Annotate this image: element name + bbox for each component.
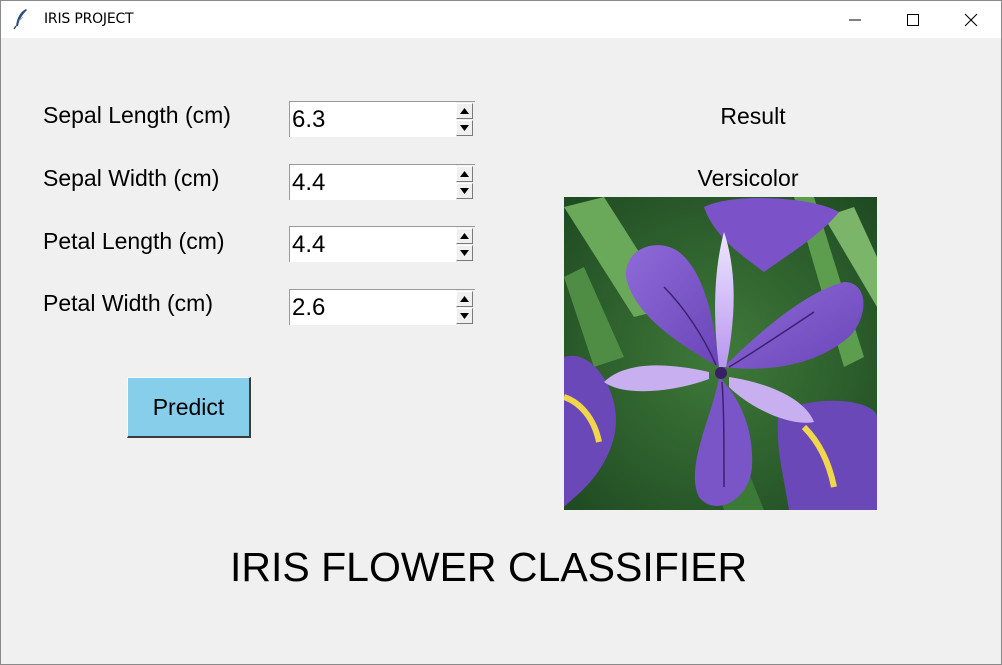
- sepal-width-value[interactable]: 4.4: [292, 169, 325, 197]
- petal-length-label: Petal Length (cm): [43, 228, 225, 254]
- arrow-down-icon: [460, 313, 469, 319]
- sepal-length-label: Sepal Length (cm): [43, 102, 231, 128]
- app-window: IRIS PROJECT Sepal Length (cm) 6.3 Sepal…: [0, 0, 1002, 665]
- sepal-width-decrement[interactable]: [456, 183, 473, 199]
- minimize-icon: [849, 19, 861, 21]
- iris-flower-image: [564, 197, 877, 510]
- arrow-down-icon: [460, 125, 469, 131]
- title-bar[interactable]: IRIS PROJECT: [1, 1, 1001, 38]
- sepal-length-increment[interactable]: [456, 103, 473, 119]
- arrow-up-icon: [460, 171, 469, 177]
- arrow-up-icon: [460, 296, 469, 302]
- close-button[interactable]: [942, 1, 1000, 38]
- close-icon: [964, 13, 978, 27]
- feather-icon: [13, 9, 27, 30]
- petal-length-decrement[interactable]: [456, 245, 473, 261]
- result-value: Versicolor: [697, 165, 799, 191]
- arrow-up-icon: [460, 233, 469, 239]
- sepal-width-label: Sepal Width (cm): [43, 165, 220, 191]
- minimize-button[interactable]: [826, 1, 884, 38]
- arrow-down-icon: [460, 250, 469, 256]
- sepal-length-arrows: [456, 102, 475, 137]
- petal-length-arrows: [456, 227, 475, 262]
- maximize-button[interactable]: [884, 1, 942, 38]
- petal-width-increment[interactable]: [456, 291, 473, 307]
- sepal-width-increment[interactable]: [456, 166, 473, 182]
- petal-length-value[interactable]: 4.4: [292, 231, 325, 259]
- petal-length-increment[interactable]: [456, 228, 473, 244]
- sepal-width-arrows: [456, 165, 475, 200]
- predict-button[interactable]: Predict: [127, 377, 251, 438]
- app-heading: IRIS FLOWER CLASSIFIER: [230, 544, 748, 590]
- result-heading: Result: [720, 103, 786, 129]
- sepal-width-spinbox[interactable]: 4.4: [289, 164, 475, 200]
- maximize-icon: [907, 14, 919, 26]
- petal-width-arrows: [456, 290, 475, 325]
- sepal-length-decrement[interactable]: [456, 120, 473, 136]
- arrow-up-icon: [460, 108, 469, 114]
- arrow-down-icon: [460, 188, 469, 194]
- sepal-length-spinbox[interactable]: 6.3: [289, 101, 475, 137]
- petal-width-value[interactable]: 2.6: [292, 294, 325, 322]
- petal-width-label: Petal Width (cm): [43, 290, 213, 316]
- window-title: IRIS PROJECT: [44, 11, 134, 27]
- petal-width-spinbox[interactable]: 2.6: [289, 289, 475, 325]
- petal-width-decrement[interactable]: [456, 308, 473, 324]
- petal-length-spinbox[interactable]: 4.4: [289, 226, 475, 262]
- sepal-length-value[interactable]: 6.3: [292, 106, 325, 134]
